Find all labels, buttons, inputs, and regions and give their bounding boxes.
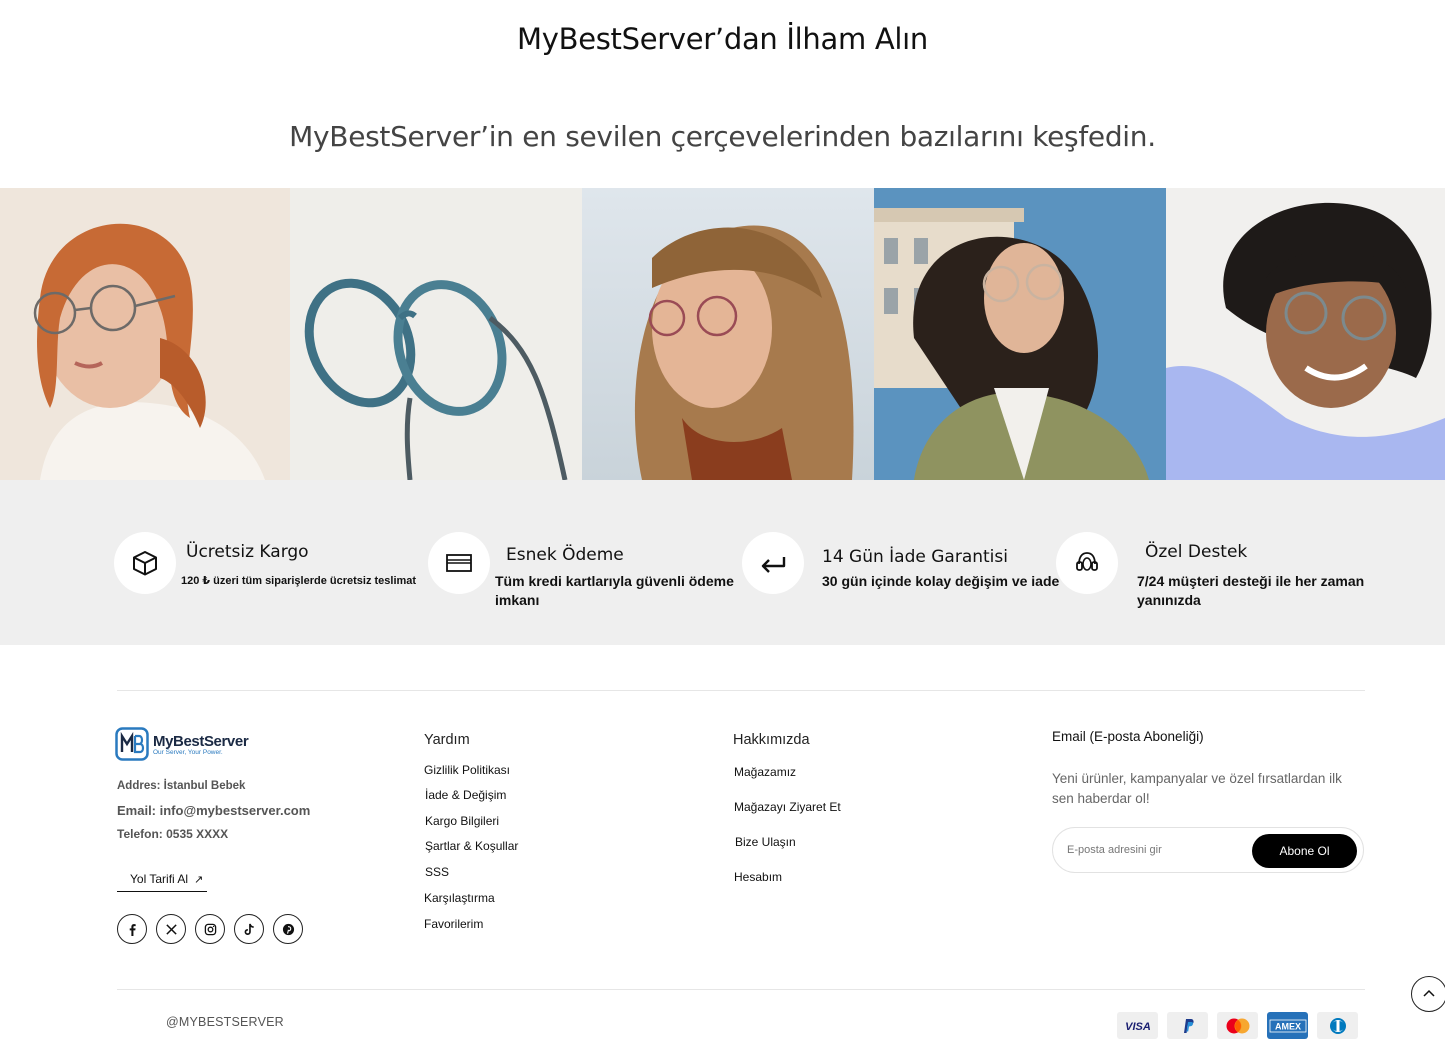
pinterest-icon[interactable] (273, 914, 303, 944)
footer-link-shipping[interactable]: Kargo Bilgileri (425, 814, 499, 828)
tiktok-icon[interactable] (234, 914, 264, 944)
footer-link-terms[interactable]: Şartlar & Koşullar (425, 839, 518, 853)
help-column-title: Yardım (424, 732, 470, 748)
credit-card-icon (446, 554, 472, 572)
gallery-image-woman-smiling[interactable] (1166, 188, 1445, 480)
copyright-text: @MYBESTSERVER (166, 1015, 284, 1029)
contact-phone[interactable]: Telefon: 0535 XXXX (117, 827, 228, 841)
footer-link-our-store[interactable]: Mağazamız (734, 765, 796, 779)
feature-description: Tüm kredi kartlarıyla güvenli ödeme imka… (495, 573, 734, 608)
feature-description: 7/24 müşteri desteği ile her zaman yanın… (1137, 573, 1365, 608)
return-arrow-icon (761, 557, 786, 573)
contact-email[interactable]: Email: info@mybestserver.com (117, 803, 310, 818)
footer-link-contact[interactable]: Bize Ulaşın (735, 835, 796, 849)
newsletter-description: Yeni ürünler, kampanyalar ve özel fırsat… (1052, 771, 1342, 806)
scroll-to-top-button[interactable] (1411, 976, 1445, 1012)
section-subtitle: MyBestServer’in en sevilen çerçevelerind… (289, 120, 1156, 153)
arrow-up-right-icon: ↗ (194, 874, 204, 886)
feature-free-shipping: Ücretsiz Kargo 120 ₺ üzeri tüm siparişle… (114, 532, 416, 622)
headset-icon (1076, 552, 1098, 571)
svg-text:VISA: VISA (1125, 1021, 1151, 1032)
brand-name: MyBestServer (153, 732, 249, 750)
gallery-image-blue-glasses[interactable] (290, 188, 582, 480)
footer-link-faq[interactable]: SSS (425, 865, 449, 879)
feature-title: Özel Destek (1145, 542, 1248, 562)
newsletter-title: Email (E-posta Aboneliği) (1052, 729, 1204, 744)
feature-title: Ücretsiz Kargo (186, 542, 309, 562)
gallery-image-redhead-woman[interactable] (0, 188, 290, 480)
subscribe-button[interactable]: Abone Ol (1252, 834, 1357, 868)
chevron-up-icon (1423, 989, 1435, 997)
feature-flexible-payment: Esnek Ödeme Tüm kredi kartlarıyla güvenl… (428, 532, 734, 622)
feature-description: 120 ₺ üzeri tüm siparişlerde ücretsiz te… (181, 575, 417, 587)
svg-text:AMEX: AMEX (1274, 1021, 1300, 1031)
footer-bottom-divider (117, 989, 1365, 990)
footer-link-favorites[interactable]: Favorilerim (424, 917, 483, 931)
instagram-icon[interactable] (195, 914, 225, 944)
footer-link-account[interactable]: Hesabım (734, 870, 782, 884)
gallery-image-woman-profile[interactable] (582, 188, 874, 480)
amex-icon: AMEX (1267, 1012, 1308, 1039)
x-icon[interactable] (156, 914, 186, 944)
directions-link[interactable]: Yol Tarifi Al ↗ (117, 868, 207, 892)
newsletter-form: Abone Ol (1052, 827, 1364, 873)
section-title: MyBestServer’dan İlham Alın (517, 22, 928, 56)
footer-link-privacy[interactable]: Gizlilik Politikası (424, 763, 510, 777)
gallery-image-woman-building[interactable] (874, 188, 1166, 480)
feature-special-support: Özel Destek 7/24 müşteri desteği ile her… (1056, 532, 1386, 622)
box-icon (133, 551, 157, 576)
contact-address: Addres: İstanbul Bebek (117, 780, 246, 792)
inspiration-gallery (0, 188, 1445, 480)
footer-divider (117, 690, 1365, 691)
social-links (117, 914, 303, 944)
footer-link-visit-store[interactable]: Mağazayı Ziyaret Et (734, 800, 841, 814)
brand-logo[interactable]: MyBestServer Our Server, Your Power. (115, 727, 249, 761)
feature-description: 30 gün içinde kolay değişim ve iade (822, 573, 1060, 589)
about-column-title: Hakkımızda (733, 732, 810, 748)
logo-icon (115, 727, 149, 761)
facebook-icon[interactable] (117, 914, 147, 944)
feature-title: Esnek Ödeme (506, 545, 624, 565)
feature-return-guarantee: 14 Gün İade Garantisi 30 gün içinde kola… (742, 532, 1059, 622)
visa-icon: VISA (1117, 1012, 1158, 1039)
newsletter-email-input[interactable] (1067, 836, 1247, 864)
brand-tagline: Our Server, Your Power. (153, 748, 223, 756)
diners-club-icon (1317, 1012, 1358, 1039)
footer-link-returns[interactable]: İade & Değişim (425, 788, 506, 802)
footer-link-compare[interactable]: Karşılaştırma (424, 891, 495, 905)
paypal-icon (1167, 1012, 1208, 1039)
directions-label: Yol Tarifi Al (130, 872, 189, 886)
payment-methods: VISA AMEX (1117, 1012, 1358, 1039)
feature-title: 14 Gün İade Garantisi (822, 547, 1008, 567)
mastercard-icon (1217, 1012, 1258, 1039)
features-bar: Ücretsiz Kargo 120 ₺ üzeri tüm siparişle… (0, 480, 1445, 645)
